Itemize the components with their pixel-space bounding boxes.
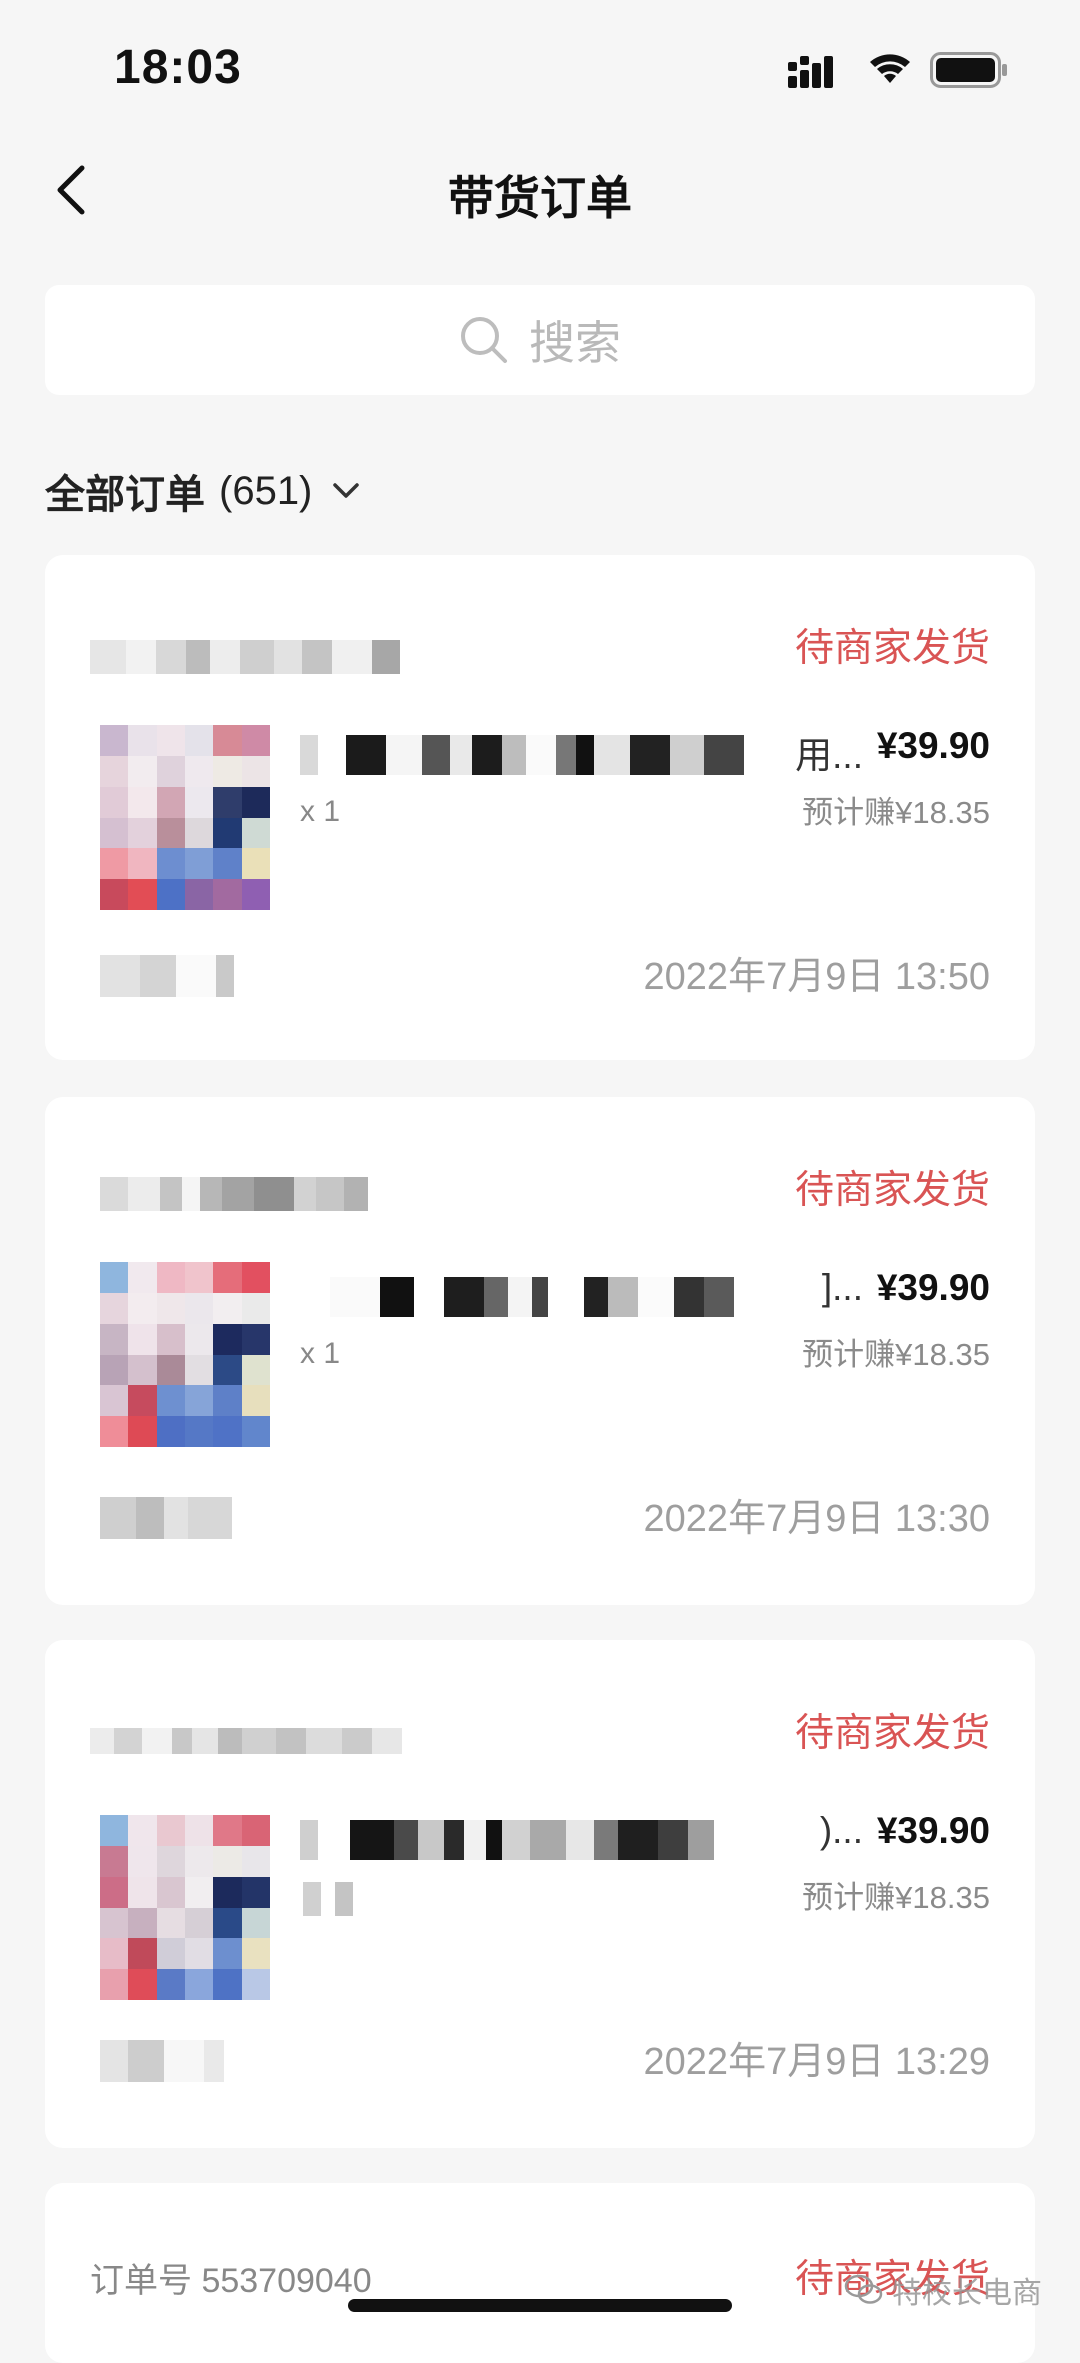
- filter-count: (651): [219, 468, 313, 513]
- order-status: 待商家发货: [794, 627, 990, 670]
- product-title-redacted: [300, 1277, 860, 1317]
- order-filter-dropdown[interactable]: 全部订单 (651): [45, 462, 360, 520]
- order-time: 2022年7月9日 13:50: [643, 956, 990, 998]
- chevron-down-icon: [333, 483, 360, 498]
- buyer-redacted: [100, 2040, 250, 2082]
- product-quantity: x 1: [300, 1337, 341, 1370]
- product-title-redacted: [300, 735, 860, 775]
- watermark: 特校长电商: [844, 2268, 1042, 2312]
- cellular-signal-icon: [788, 56, 833, 88]
- product-title-tail: )...: [819, 1810, 863, 1851]
- search-icon: [461, 317, 507, 363]
- product-quantity-redacted: [303, 1882, 359, 1916]
- product-price: ¥39.90: [876, 1810, 990, 1851]
- estimated-earning: 预计赚¥18.35: [802, 1880, 990, 1915]
- home-indicator[interactable]: [348, 2299, 732, 2312]
- page-title: 带货订单: [448, 172, 632, 224]
- search-placeholder: 搜索: [529, 317, 621, 369]
- status-time: 18:03: [114, 41, 242, 94]
- estimated-earning: 预计赚¥18.35: [802, 795, 990, 830]
- order-status: 待商家发货: [794, 1169, 990, 1212]
- order-number: 订单号 553709040: [90, 2262, 372, 2300]
- order-card[interactable]: 待商家发货 用... ¥39.90 x 1 预计赚¥18.35 2022年7月9…: [45, 555, 1035, 1060]
- order-card[interactable]: 待商家发货 )... ¥39.90 预计赚¥18.35 2022年7月9日 13…: [45, 1640, 1035, 2148]
- product-thumbnail: [100, 1262, 270, 1447]
- order-number-redacted: [90, 640, 420, 674]
- order-time: 2022年7月9日 13:30: [643, 1498, 990, 1540]
- buyer-redacted: [100, 955, 250, 997]
- product-thumbnail: [100, 1815, 270, 2000]
- order-number-redacted: [100, 1177, 400, 1211]
- filter-label: 全部订单: [45, 473, 205, 517]
- wifi-icon: [870, 54, 910, 83]
- product-quantity: x 1: [300, 795, 341, 828]
- product-thumbnail: [100, 725, 270, 910]
- product-title-tail: ]...: [821, 1267, 863, 1308]
- product-price: ¥39.90: [876, 1267, 990, 1308]
- product-title-tail: 用...: [795, 735, 863, 776]
- search-input[interactable]: 搜索: [45, 285, 1035, 395]
- battery-icon: [930, 52, 1007, 88]
- order-number-redacted: [90, 1728, 435, 1754]
- watermark-text: 特校长电商: [892, 2277, 1042, 2310]
- product-price: ¥39.90: [876, 725, 990, 766]
- product-title-redacted: [300, 1820, 860, 1860]
- status-bar: 18:03: [0, 0, 1080, 130]
- order-card[interactable]: 待商家发货 ]... ¥39.90 x 1 预计赚¥18.35 2022年7月9…: [45, 1097, 1035, 1605]
- estimated-earning: 预计赚¥18.35: [802, 1337, 990, 1372]
- wechat-icon: [844, 2274, 883, 2304]
- order-status: 待商家发货: [794, 1712, 990, 1755]
- nav-bar: 带货订单: [0, 140, 1080, 240]
- order-time: 2022年7月9日 13:29: [643, 2041, 990, 2083]
- buyer-redacted: [100, 1497, 250, 1539]
